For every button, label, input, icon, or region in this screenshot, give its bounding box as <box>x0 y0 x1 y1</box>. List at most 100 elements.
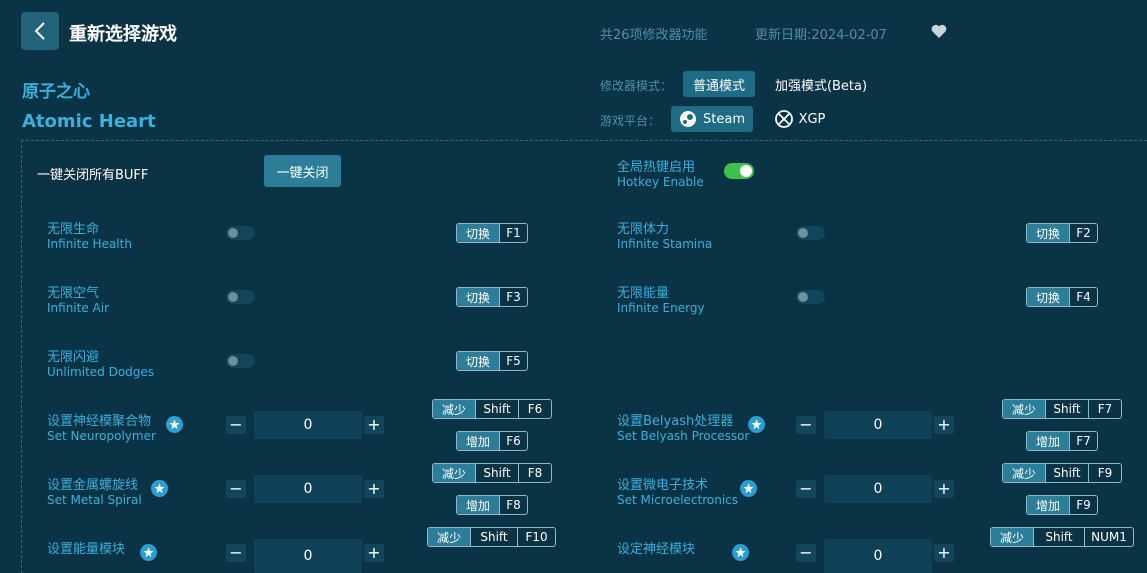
value-field[interactable]: 0 <box>824 411 932 439</box>
hotkey-decrease[interactable]: 减少 Shift F10 <box>427 527 556 547</box>
value-field[interactable]: 0 <box>824 475 932 503</box>
option-label-en: Infinite Energy <box>617 301 705 315</box>
close-all-button[interactable]: 一键关闭 <box>264 155 341 187</box>
hotkey-increase[interactable]: 增加 F9 <box>1026 495 1098 515</box>
option-label-cn: 设置金属螺旋线 <box>47 478 139 493</box>
hotkey-decrease[interactable]: 减少 Shift F9 <box>1002 463 1122 483</box>
option-label-en: Set Metal Spiral <box>47 493 142 507</box>
chevron-left-icon <box>34 22 45 40</box>
hotkey-key-shift: Shift <box>1045 400 1088 418</box>
hotkey-key: F9 <box>1088 464 1121 482</box>
option-label-cn: 无限闪避 <box>47 350 100 365</box>
decrement-button[interactable]: − <box>796 416 816 434</box>
increment-button[interactable]: + <box>364 416 384 434</box>
hotkey-tag: 增加 <box>457 496 499 514</box>
hotkey-enable-toggle[interactable] <box>724 163 754 179</box>
infinite-air-toggle[interactable] <box>226 290 255 304</box>
hotkey-increase[interactable]: 增加 F7 <box>1026 431 1098 451</box>
enhanced-mode-button[interactable]: 加强模式(Beta) <box>766 71 876 97</box>
star-icon <box>732 544 749 561</box>
decrement-button[interactable]: − <box>226 416 246 434</box>
xgp-platform-button[interactable]: XGP <box>770 106 830 132</box>
hotkey-tag: 减少 <box>428 528 470 546</box>
hotkey-key-shift: Shift <box>1033 528 1084 546</box>
hotkey-tag: 减少 <box>1003 464 1045 482</box>
feature-count: 共26项修改器功能 <box>600 28 708 43</box>
option-label-en: Set Neuropolymer <box>47 429 156 443</box>
hotkey-tag: 切换 <box>1027 224 1069 242</box>
hotkey-tag: 切换 <box>457 224 499 242</box>
decrement-button[interactable]: − <box>226 480 246 498</box>
increment-button[interactable]: + <box>934 480 954 498</box>
cheat-panel <box>21 140 1147 573</box>
star-icon <box>748 416 765 433</box>
game-name-cn: 原子之心 <box>22 82 90 102</box>
favorite-heart-icon[interactable] <box>931 24 947 43</box>
hotkey-f2[interactable]: 切换 F2 <box>1026 223 1098 243</box>
hotkey-key-shift: Shift <box>470 528 517 546</box>
update-date: 更新日期:2024-02-07 <box>755 28 887 43</box>
hotkey-increase[interactable]: 增加 F6 <box>456 431 528 451</box>
infinite-energy-toggle[interactable] <box>796 290 825 304</box>
increment-button[interactable]: + <box>934 544 954 562</box>
hotkey-tag: 增加 <box>1027 432 1069 450</box>
hotkey-f3[interactable]: 切换 F3 <box>456 287 528 307</box>
hotkey-key: F7 <box>1069 432 1097 450</box>
hotkey-key: NUM1 <box>1084 528 1133 546</box>
game-name-en: Atomic Heart <box>22 111 156 132</box>
option-label-cn: 无限生命 <box>47 222 100 237</box>
star-icon <box>151 480 168 497</box>
unlimited-dodges-toggle[interactable] <box>226 354 255 368</box>
star-icon <box>740 480 757 497</box>
value-field[interactable]: 0 <box>254 475 362 503</box>
hotkey-key: F6 <box>518 400 551 418</box>
steam-platform-button[interactable]: Steam <box>671 106 753 132</box>
hotkey-increase[interactable]: 增加 F8 <box>456 495 528 515</box>
normal-mode-button[interactable]: 普通模式 <box>683 71 755 97</box>
hotkey-decrease[interactable]: 减少 Shift F8 <box>432 463 552 483</box>
hotkey-decrease[interactable]: 减少 Shift NUM1 <box>990 527 1134 547</box>
hotkey-f5[interactable]: 切换 F5 <box>456 351 528 371</box>
hotkey-tag: 减少 <box>433 400 475 418</box>
hotkey-tag: 减少 <box>433 464 475 482</box>
infinite-health-toggle[interactable] <box>226 226 255 240</box>
hotkey-key: F8 <box>518 464 551 482</box>
increment-button[interactable]: + <box>934 416 954 434</box>
hotkey-enable-label-cn: 全局热键启用 <box>617 160 696 175</box>
hotkey-tag: 切换 <box>1027 288 1069 306</box>
star-icon <box>140 544 157 561</box>
xbox-icon <box>774 110 793 128</box>
hotkey-tag: 切换 <box>457 352 499 370</box>
hotkey-f4[interactable]: 切换 F4 <box>1026 287 1098 307</box>
hotkey-key: F7 <box>1088 400 1121 418</box>
option-label-en: Infinite Stamina <box>617 237 713 251</box>
increment-button[interactable]: + <box>364 480 384 498</box>
hotkey-key: F3 <box>499 288 527 306</box>
option-label-en: Set Microelectronics <box>617 493 739 507</box>
hotkey-tag: 增加 <box>457 432 499 450</box>
option-label-cn: 无限体力 <box>617 222 670 237</box>
decrement-button[interactable]: − <box>796 480 816 498</box>
infinite-stamina-toggle[interactable] <box>796 226 825 240</box>
value-field[interactable]: 0 <box>824 539 932 573</box>
increment-button[interactable]: + <box>364 544 384 562</box>
value-field[interactable]: 0 <box>254 539 362 573</box>
option-label-cn: 设置能量模块 <box>47 542 126 557</box>
decrement-button[interactable]: − <box>796 544 816 562</box>
hotkey-f1[interactable]: 切换 F1 <box>456 223 528 243</box>
hotkey-key-shift: Shift <box>475 464 518 482</box>
hotkey-key: F5 <box>499 352 527 370</box>
mode-label: 修改器模式： <box>600 79 673 93</box>
hotkey-key: F1 <box>499 224 527 242</box>
hotkey-tag: 减少 <box>1003 400 1045 418</box>
option-label-en: Infinite Air <box>47 301 110 315</box>
option-label-cn: 设置Belyash处理器 <box>617 414 734 429</box>
decrement-button[interactable]: − <box>226 544 246 562</box>
hotkey-decrease[interactable]: 减少 Shift F7 <box>1002 399 1122 419</box>
hotkey-enable-label-en: Hotkey Enable <box>617 175 704 189</box>
back-button[interactable] <box>21 12 59 50</box>
close-all-label: 一键关闭所有BUFF <box>37 168 149 183</box>
hotkey-decrease[interactable]: 减少 Shift F6 <box>432 399 552 419</box>
option-label-en: Set Belyash Processor <box>617 429 750 443</box>
value-field[interactable]: 0 <box>254 411 362 439</box>
